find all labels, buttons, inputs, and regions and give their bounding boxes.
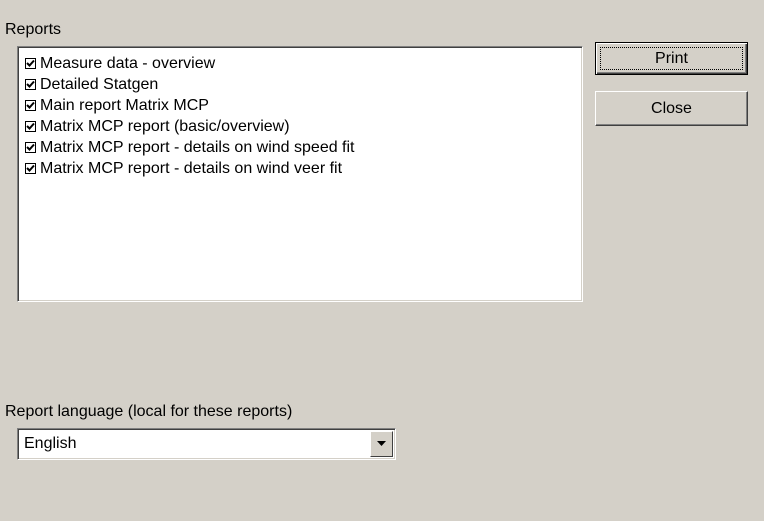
list-item[interactable]: Measure data - overview [18, 53, 582, 74]
list-item[interactable]: Main report Matrix MCP [18, 95, 582, 116]
checkbox[interactable] [25, 79, 36, 90]
list-item-label: Matrix MCP report - details on wind spee… [40, 138, 355, 156]
dropdown-button[interactable] [370, 431, 393, 457]
checkbox[interactable] [25, 163, 36, 174]
reports-group-label: Reports [5, 21, 62, 38]
list-item-label: Matrix MCP report (basic/overview) [40, 117, 290, 135]
print-button[interactable]: Print [595, 42, 748, 75]
checkbox[interactable] [25, 142, 36, 153]
close-button[interactable]: Close [595, 91, 748, 126]
report-language-select[interactable]: English [17, 428, 396, 460]
list-item-label: Measure data - overview [40, 54, 216, 72]
list-item-label: Matrix MCP report - details on wind veer… [40, 159, 343, 177]
report-language-label: Report language (local for these reports… [5, 403, 293, 420]
reports-listbox[interactable]: Measure data - overview Detailed Statgen… [17, 46, 583, 302]
print-button-label: Print [655, 50, 688, 67]
list-item[interactable]: Detailed Statgen [18, 74, 582, 95]
list-item-label: Detailed Statgen [40, 75, 159, 93]
list-item[interactable]: Matrix MCP report - details on wind veer… [18, 158, 582, 179]
list-item[interactable]: Matrix MCP report (basic/overview) [18, 116, 582, 137]
close-button-label: Close [651, 100, 692, 117]
checkbox[interactable] [25, 100, 36, 111]
checkbox[interactable] [25, 58, 36, 69]
checkbox[interactable] [25, 121, 36, 132]
list-item-label: Main report Matrix MCP [40, 96, 209, 114]
list-item[interactable]: Matrix MCP report - details on wind spee… [18, 137, 582, 158]
report-language-value: English [24, 435, 77, 452]
